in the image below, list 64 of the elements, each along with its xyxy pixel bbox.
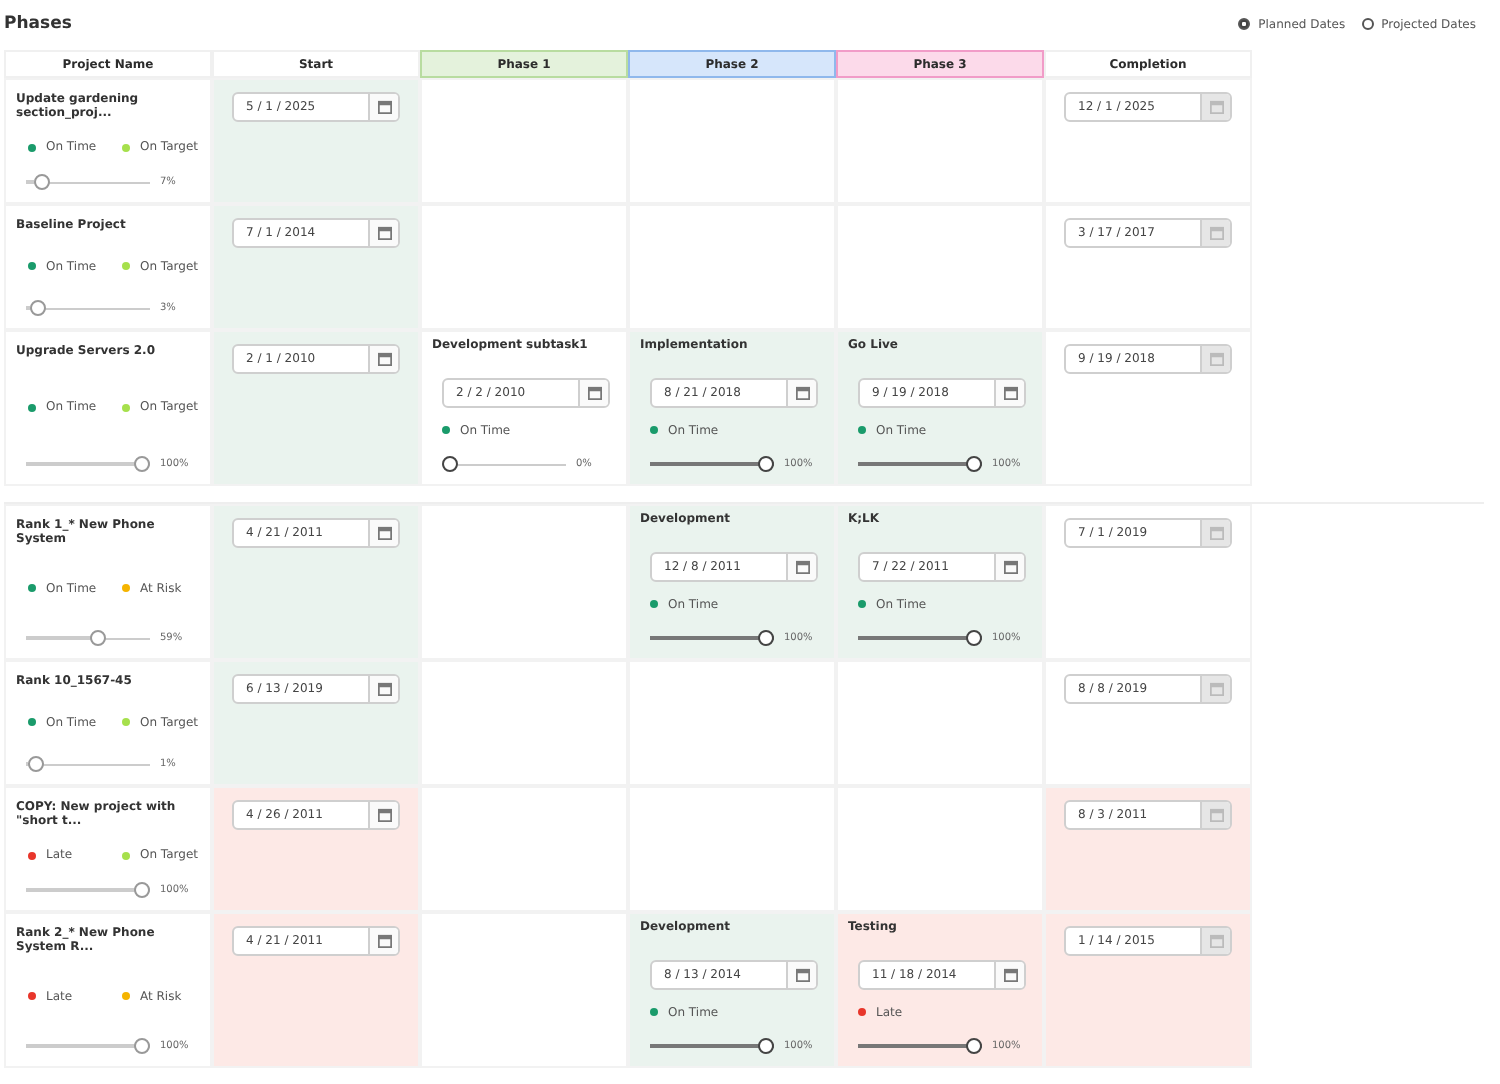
calendar-icon <box>587 385 601 399</box>
calendar-button[interactable] <box>786 553 816 579</box>
calendar-icon <box>1003 559 1017 573</box>
progress-slider[interactable] <box>26 456 150 472</box>
slider-thumb[interactable] <box>758 456 774 472</box>
calendar-button[interactable] <box>994 379 1024 405</box>
progress-slider[interactable] <box>26 1038 150 1054</box>
progress-slider[interactable] <box>442 456 566 472</box>
calendar-icon <box>377 526 391 540</box>
calendar-button[interactable] <box>368 220 398 246</box>
slider-thumb[interactable] <box>966 456 982 472</box>
page-title: Phases <box>4 14 72 34</box>
calendar-icon <box>1209 934 1223 948</box>
slider-thumb[interactable] <box>27 756 44 772</box>
calendar-icon <box>377 808 391 822</box>
slider-thumb[interactable] <box>966 1038 982 1054</box>
calendar-button[interactable] <box>368 94 398 120</box>
calendar-icon <box>377 100 391 114</box>
calendar-button[interactable] <box>786 961 816 987</box>
calendar-icon <box>377 226 391 240</box>
progress-slider[interactable] <box>858 1038 982 1054</box>
progress-slider[interactable] <box>650 1038 774 1054</box>
calendar-icon <box>1209 226 1223 240</box>
calendar-button[interactable] <box>994 553 1024 579</box>
slider-thumb[interactable] <box>134 1038 150 1054</box>
calendar-icon <box>1209 682 1223 696</box>
slider-thumb[interactable] <box>758 630 774 646</box>
progress-slider[interactable] <box>858 630 982 646</box>
calendar-button[interactable] <box>368 520 398 546</box>
calendar-icon <box>1209 352 1223 366</box>
calendar-button[interactable] <box>368 346 398 372</box>
progress-slider[interactable] <box>650 456 774 472</box>
calendar-icon <box>1209 526 1223 540</box>
calendar-icon <box>1209 100 1223 114</box>
calendar-button[interactable] <box>368 928 398 954</box>
slider-thumb[interactable] <box>134 456 150 472</box>
calendar-button[interactable] <box>368 676 398 702</box>
calendar-button[interactable] <box>994 961 1024 987</box>
calendar-button[interactable] <box>786 379 816 405</box>
calendar-icon <box>377 352 391 366</box>
calendar-icon <box>377 934 391 948</box>
calendar-icon <box>795 385 809 399</box>
slider-thumb[interactable] <box>758 1038 774 1054</box>
progress-slider[interactable] <box>26 756 150 772</box>
slider-thumb[interactable] <box>33 174 50 190</box>
slider-thumb[interactable] <box>966 630 982 646</box>
calendar-icon <box>1003 385 1017 399</box>
calendar-icon <box>1209 808 1223 822</box>
slider-thumb[interactable] <box>134 882 150 898</box>
calendar-icon <box>1003 967 1017 981</box>
progress-slider[interactable] <box>26 882 150 898</box>
progress-slider[interactable] <box>26 300 150 316</box>
calendar-icon <box>795 967 809 981</box>
calendar-icon <box>795 559 809 573</box>
progress-slider[interactable] <box>858 456 982 472</box>
progress-slider[interactable] <box>26 174 150 190</box>
calendar-button[interactable] <box>578 379 608 405</box>
slider-thumb[interactable] <box>442 456 458 472</box>
slider-thumb[interactable] <box>89 630 106 646</box>
slider-thumb[interactable] <box>29 300 46 316</box>
progress-slider[interactable] <box>650 630 774 646</box>
calendar-button[interactable] <box>368 802 398 828</box>
calendar-icon <box>377 682 391 696</box>
progress-slider[interactable] <box>26 630 150 646</box>
